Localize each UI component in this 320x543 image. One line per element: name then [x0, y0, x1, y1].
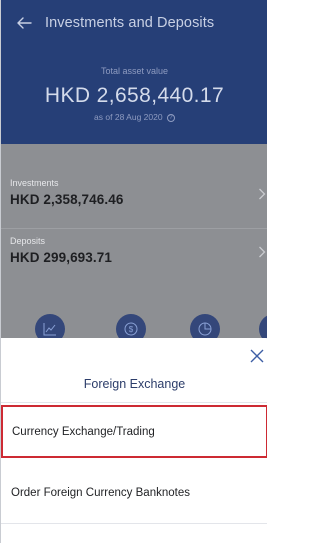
info-icon[interactable]: ?: [166, 113, 175, 122]
currency-exchange-label: Currency Exchange/Trading: [12, 426, 155, 438]
total-asset-label: Total asset value: [100, 66, 169, 76]
currency-exchange-option[interactable]: Currency Exchange/Trading: [1, 405, 267, 458]
sheet-title: Foreign Exchange: [83, 377, 186, 391]
order-banknotes-option[interactable]: Order Foreign Currency Banknotes: [1, 467, 267, 523]
sheet-divider: [1, 402, 267, 403]
svg-text:$: $: [129, 325, 134, 334]
investments-value: HKD 2,358,746.46: [10, 192, 124, 207]
as-of-date: as of 28 Aug 2020 ?: [1, 112, 267, 122]
investments-row[interactable]: Investments HKD 2,358,746.46: [1, 178, 267, 230]
accounts-list: Investments HKD 2,358,746.46 Deposits HK…: [1, 144, 267, 344]
foreign-exchange-sheet: Foreign Exchange Currency Exchange/Tradi…: [1, 338, 267, 543]
close-button[interactable]: [246, 347, 267, 369]
order-banknotes-label: Order Foreign Currency Banknotes: [11, 487, 190, 499]
back-button[interactable]: [13, 12, 35, 34]
investments-label: Investments: [10, 178, 59, 188]
app-frame: Investments and Deposits Total asset val…: [0, 0, 267, 543]
chevron-right-icon: [258, 245, 266, 261]
deposits-value: HKD 299,693.71: [10, 250, 112, 265]
as-of-text: as of 28 Aug 2020: [94, 112, 163, 122]
top-bar: Investments and Deposits: [1, 0, 267, 44]
arrow-left-icon: [17, 17, 32, 29]
asset-header: Investments and Deposits Total asset val…: [1, 0, 267, 144]
list-divider: [1, 228, 267, 229]
close-icon: [250, 349, 264, 363]
deposits-row[interactable]: Deposits HKD 299,693.71: [1, 236, 267, 288]
sheet-bottom-divider: [1, 523, 267, 524]
chevron-right-icon: [258, 187, 266, 203]
deposits-label: Deposits: [10, 236, 46, 246]
page-title: Investments and Deposits: [45, 15, 215, 31]
total-asset-value: HKD 2,658,440.17: [44, 84, 225, 107]
